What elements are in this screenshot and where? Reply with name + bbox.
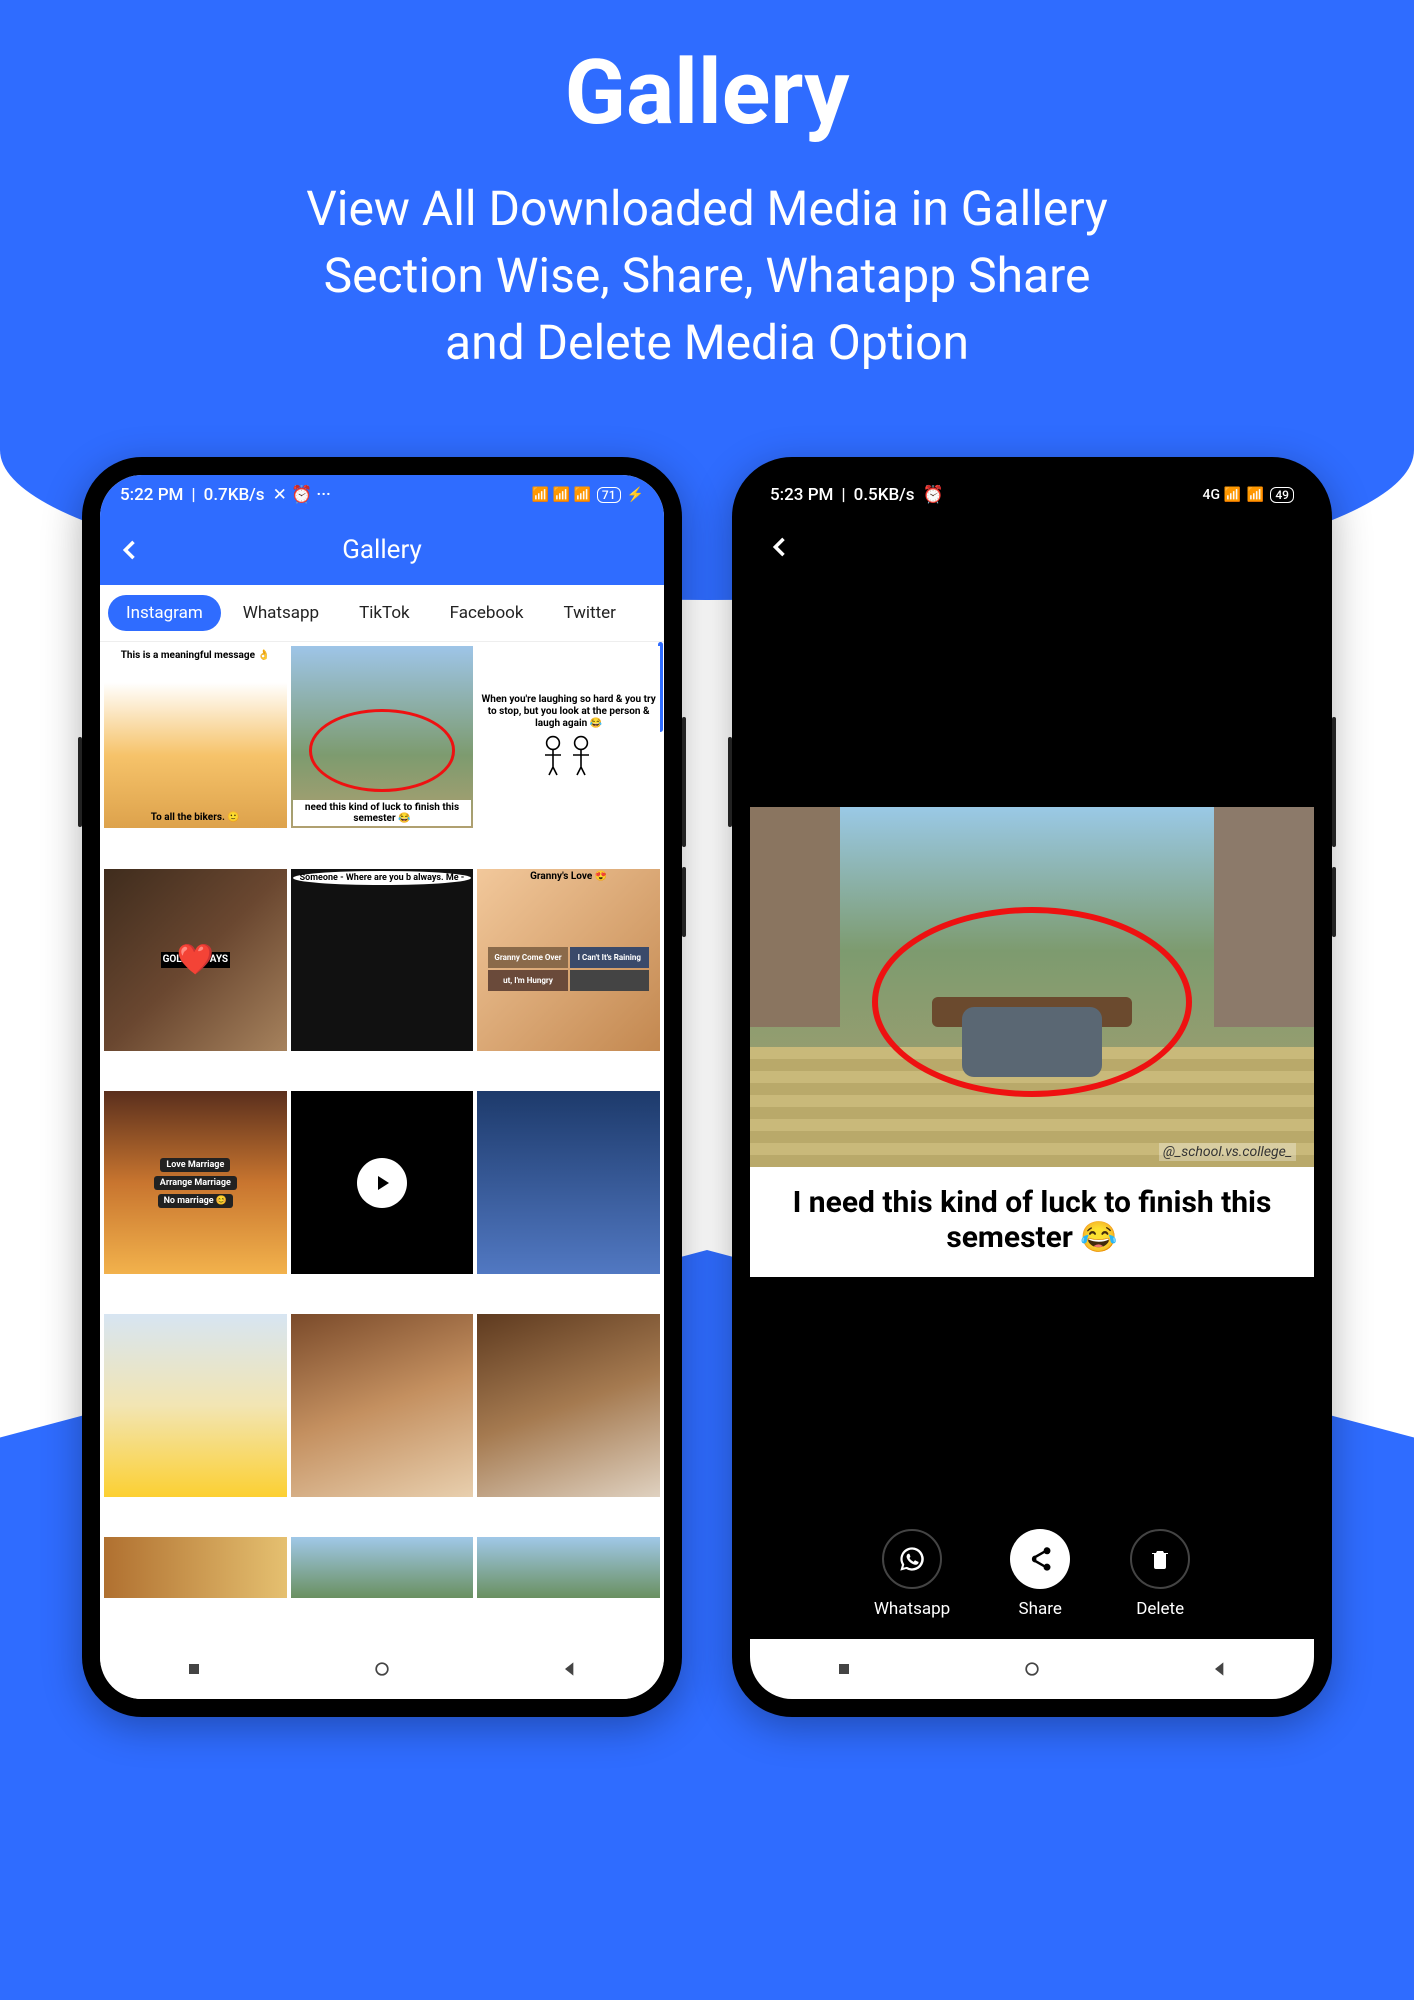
status-icons: ✕ ⏰ ···: [273, 485, 331, 505]
tab-facebook[interactable]: Facebook: [432, 595, 542, 631]
delete-icon: [1130, 1529, 1190, 1589]
status-time: 5:23 PM: [770, 485, 833, 505]
share-icon: [1010, 1529, 1070, 1589]
status-bar: 5:22 PM | 0.7KB/s ✕ ⏰ ··· 📶 📶 📶 71 ⚡: [100, 475, 664, 515]
stickfigure-icon: [529, 730, 609, 780]
gallery-thumb[interactable]: When you're laughing so hard & you try t…: [477, 646, 660, 829]
signal-icon: 4G 📶: [1203, 487, 1241, 503]
delete-button[interactable]: Delete: [1130, 1529, 1190, 1619]
media-viewer[interactable]: @_school.vs.college_ I need this kind of…: [750, 579, 1314, 1639]
phone-screen: 5:22 PM | 0.7KB/s ✕ ⏰ ··· 📶 📶 📶 71 ⚡ Gal…: [100, 475, 664, 1699]
page-title: Gallery: [0, 40, 1414, 145]
whatsapp-button[interactable]: Whatsapp: [874, 1529, 950, 1619]
play-icon: [357, 1158, 407, 1208]
phone-button: [728, 737, 732, 827]
nav-recent-icon[interactable]: [184, 1659, 204, 1679]
share-button[interactable]: Share: [1010, 1529, 1070, 1619]
tab-whatsapp[interactable]: Whatsapp: [225, 595, 337, 631]
circle-highlight: [872, 907, 1192, 1097]
signal-icon: 📶: [1247, 487, 1264, 503]
nav-recent-icon[interactable]: [834, 1659, 854, 1679]
signal-icon: 📶 📶 📶: [532, 487, 591, 503]
gallery-thumb[interactable]: [291, 1537, 474, 1598]
battery-icon: 49: [1270, 487, 1294, 503]
gallery-thumb[interactable]: Granny's Love 😍 Granny Come Over I Can't…: [477, 869, 660, 1052]
gallery-grid[interactable]: This is a meaningful message 👌 To all th…: [100, 642, 664, 1639]
gallery-thumb[interactable]: Someone - Where are you b always. Me -: [291, 869, 474, 1052]
system-nav-bar: [100, 1639, 664, 1699]
phone-button: [682, 717, 686, 847]
phone-button: [1332, 717, 1336, 847]
gallery-thumb[interactable]: need this kind of luck to finish this se…: [291, 646, 474, 829]
phone-button: [1332, 867, 1336, 937]
tab-twitter[interactable]: Twitter: [545, 595, 633, 631]
lightning-icon: ⚡: [627, 487, 644, 503]
action-bar: Whatsapp Share Delete: [750, 1505, 1314, 1639]
phone-viewer: 5:23 PM | 0.5KB/s ⏰ 4G 📶 📶 49: [732, 457, 1332, 1717]
gallery-thumb-video[interactable]: [291, 1091, 474, 1274]
phone-gallery: 5:22 PM | 0.7KB/s ✕ ⏰ ··· 📶 📶 📶 71 ⚡ Gal…: [82, 457, 682, 1717]
gallery-thumb[interactable]: [477, 1537, 660, 1598]
gallery-thumb[interactable]: This is a meaningful message 👌 To all th…: [104, 646, 287, 829]
status-speed: 0.7KB/s: [204, 485, 265, 505]
app-bar: [750, 515, 1314, 579]
nav-home-icon[interactable]: [1022, 1659, 1042, 1679]
gallery-thumb[interactable]: [477, 1314, 660, 1497]
tab-tiktok[interactable]: TikTok: [341, 595, 428, 631]
status-speed: 0.5KB/s: [854, 485, 915, 505]
back-button[interactable]: [766, 533, 794, 561]
status-bar: 5:23 PM | 0.5KB/s ⏰ 4G 📶 📶 49: [750, 475, 1314, 515]
gallery-thumb[interactable]: Love Marriage Arrange Marriage No marria…: [104, 1091, 287, 1274]
gallery-thumb[interactable]: [291, 1314, 474, 1497]
app-bar: Gallery: [100, 515, 664, 585]
phone-button: [682, 867, 686, 937]
page-subtitle: View All Downloaded Media in Gallery Sec…: [107, 175, 1307, 377]
tab-instagram[interactable]: Instagram: [108, 595, 221, 631]
gallery-thumb[interactable]: GOLDEN DAYS ❤️: [104, 869, 287, 1052]
tab-bar: Instagram Whatsapp TikTok Facebook Twitt…: [100, 585, 664, 642]
gallery-thumb[interactable]: [104, 1537, 287, 1598]
gallery-thumb[interactable]: [104, 1314, 287, 1497]
back-button[interactable]: [116, 536, 144, 564]
phone-mockups: 5:22 PM | 0.7KB/s ✕ ⏰ ··· 📶 📶 📶 71 ⚡ Gal…: [0, 457, 1414, 1717]
meme-image: @_school.vs.college_ I need this kind of…: [750, 807, 1314, 1277]
watermark: @_school.vs.college_: [1159, 1143, 1296, 1161]
meme-caption: I need this kind of luck to finish this …: [750, 1167, 1314, 1277]
phone-screen: 5:23 PM | 0.5KB/s ⏰ 4G 📶 📶 49: [750, 475, 1314, 1699]
meme-photo: @_school.vs.college_: [750, 807, 1314, 1167]
nav-back-icon[interactable]: [560, 1659, 580, 1679]
viewer-content: @_school.vs.college_ I need this kind of…: [750, 579, 1314, 1505]
gallery-thumb[interactable]: [477, 1091, 660, 1274]
whatsapp-icon: [882, 1529, 942, 1589]
appbar-title: Gallery: [342, 535, 422, 565]
status-icons: ⏰: [923, 485, 944, 505]
nav-home-icon[interactable]: [372, 1659, 392, 1679]
battery-icon: 71: [597, 487, 621, 503]
status-time: 5:22 PM: [120, 485, 183, 505]
page-header: Gallery View All Downloaded Media in Gal…: [0, 0, 1414, 377]
nav-back-icon[interactable]: [1210, 1659, 1230, 1679]
system-nav-bar: [750, 1639, 1314, 1699]
phone-button: [78, 737, 82, 827]
